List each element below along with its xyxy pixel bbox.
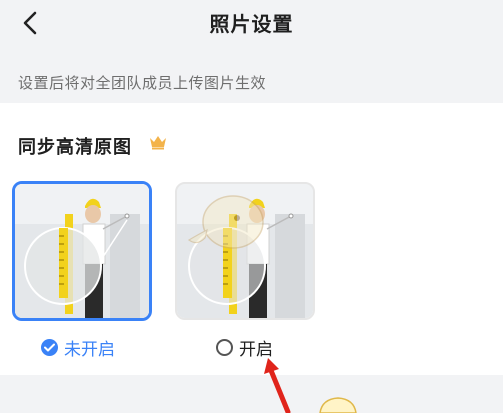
radio-option-off[interactable]: 未开启 <box>41 335 115 360</box>
radio-label-off: 未开启 <box>64 340 115 360</box>
top-bar: 照片设置 <box>0 0 503 50</box>
page-title: 照片设置 <box>209 12 294 36</box>
crown-icon <box>150 136 166 150</box>
sample-photo <box>15 184 149 318</box>
section-title: 同步高清原图 <box>18 137 132 158</box>
option-card-on[interactable] <box>175 182 315 320</box>
annotation-arrow-icon <box>264 358 291 413</box>
sample-photo <box>177 184 313 318</box>
radio-circle-icon <box>216 339 233 356</box>
settings-hint: 设置后将对全团队成员上传图片生效 <box>18 74 267 92</box>
option-card-off[interactable] <box>12 181 152 321</box>
mascot-icon <box>319 397 357 413</box>
check-circle-icon <box>41 339 58 356</box>
bottom-separator <box>0 375 503 413</box>
